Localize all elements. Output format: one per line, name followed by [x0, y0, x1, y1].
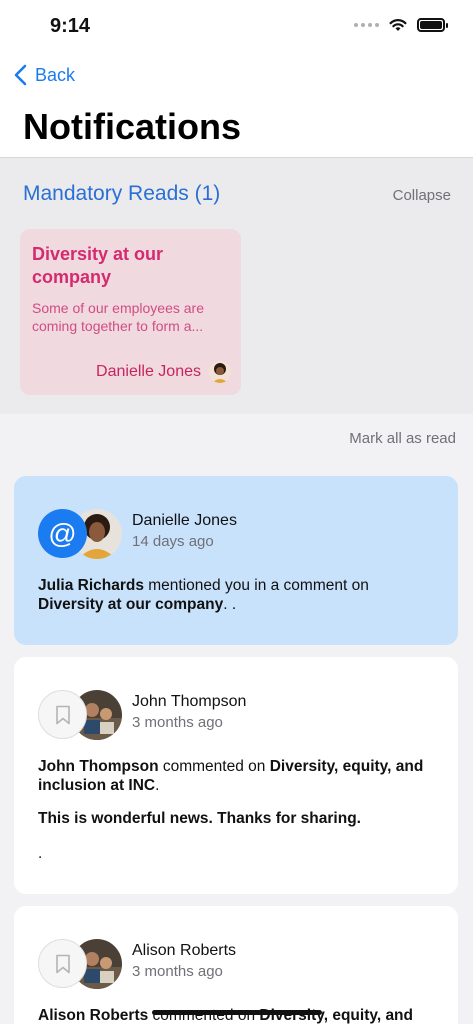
- notification-message: Julia Richards mentioned you in a commen…: [38, 576, 438, 614]
- notification-avatars: [38, 690, 128, 740]
- notification-author: John Thompson: [132, 693, 247, 710]
- chevron-left-icon: [14, 64, 27, 86]
- mandatory-reads-section: Mandatory Reads (1) Collapse Diversity a…: [0, 158, 473, 414]
- notification-time: 3 months ago: [132, 963, 223, 980]
- notification-card[interactable]: @ Danielle Jones 14 days ago Julia Richa…: [14, 476, 458, 645]
- at-icon: @: [38, 509, 87, 558]
- notification-author: Danielle Jones: [132, 512, 237, 529]
- notification-message: John Thompson commented on Diversity, eq…: [38, 757, 438, 795]
- notification-suffix: .: [155, 777, 160, 794]
- notification-author: Alison Roberts: [132, 942, 237, 959]
- battery-icon: [417, 18, 448, 32]
- collapse-button[interactable]: Collapse: [393, 187, 451, 204]
- notification-action: mentioned you in a comment on: [143, 577, 369, 594]
- signal-icon: [354, 23, 379, 27]
- back-button[interactable]: Back: [14, 64, 75, 86]
- notification-time: 3 months ago: [132, 714, 223, 731]
- notification-actor: Julia Richards: [38, 577, 144, 594]
- comment-body: This is wonderful news. Thanks for shari…: [38, 810, 361, 827]
- notification-card[interactable]: Alison Roberts 3 months ago Alison Rober…: [14, 906, 458, 1024]
- nav-header: Back Notifications: [0, 54, 473, 158]
- home-indicator: [152, 1010, 322, 1015]
- notification-message: Alison Roberts commented on Diversity, e…: [38, 1006, 438, 1024]
- mandatory-card-excerpt: Some of our employees are coming togethe…: [32, 300, 204, 334]
- bookmark-icon: [38, 690, 87, 739]
- notification-actor: Alison Roberts: [38, 1007, 149, 1024]
- status-icons: [354, 18, 448, 32]
- mandatory-reads-title: Mandatory Reads (1): [23, 182, 221, 205]
- mandatory-card-title: Diversity at our company: [32, 244, 164, 287]
- notification-avatars: @: [38, 509, 128, 559]
- notification-target: Diversity at our company: [38, 596, 224, 613]
- notification-actor: John Thompson: [38, 758, 159, 775]
- back-label: Back: [35, 64, 76, 85]
- notification-suffix: . .: [223, 596, 237, 613]
- wifi-icon: [389, 19, 407, 31]
- bookmark-icon: [38, 939, 87, 988]
- mandatory-card-author: Danielle Jones: [96, 361, 231, 383]
- notification-time: 14 days ago: [132, 533, 214, 550]
- avatar: [209, 361, 231, 383]
- mark-all-read-button[interactable]: Mark all as read: [349, 430, 456, 447]
- comment-extra: .: [38, 845, 43, 862]
- status-time: 9:14: [50, 15, 91, 37]
- mandatory-read-card[interactable]: Diversity at our company Some of our emp…: [20, 229, 241, 395]
- mandatory-card-author-name: Danielle Jones: [96, 363, 201, 380]
- notification-avatars: [38, 939, 128, 989]
- notification-action: commented on: [158, 758, 270, 775]
- page-title: Notifications: [23, 106, 242, 147]
- notification-card[interactable]: John Thompson 3 months ago John Thompson…: [14, 657, 458, 894]
- status-bar: 9:14: [0, 0, 473, 54]
- comment-text: This is wonderful news. Thanks for shari…: [38, 809, 438, 828]
- mark-all-row: Mark all as read: [0, 414, 473, 462]
